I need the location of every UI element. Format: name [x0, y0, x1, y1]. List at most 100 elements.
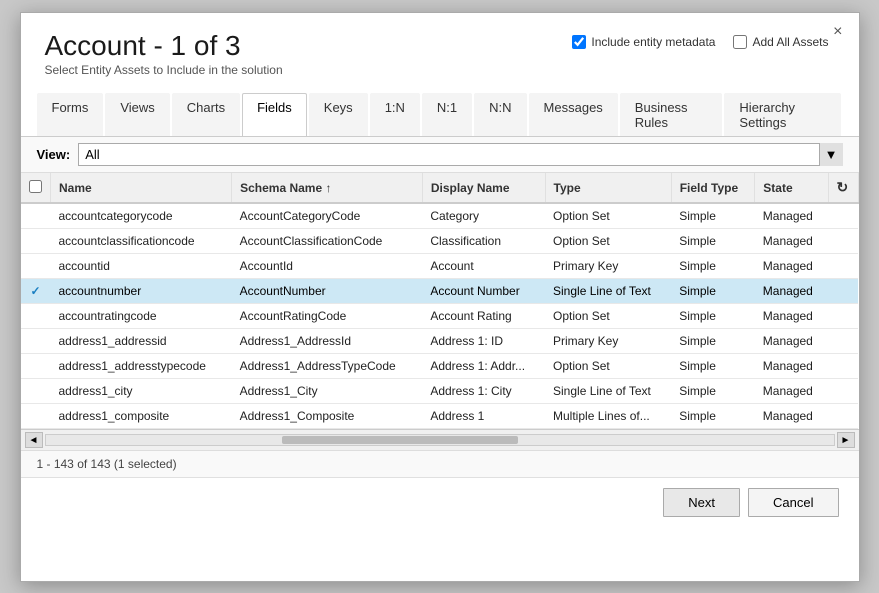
cell-field_type: Simple	[671, 229, 755, 254]
tab-messages[interactable]: Messages	[529, 93, 618, 136]
cell-schema_name: Address1_Composite	[232, 404, 423, 429]
cell-refresh	[828, 354, 858, 379]
refresh-column-header[interactable]: ↻	[828, 173, 858, 203]
cell-refresh	[828, 404, 858, 429]
cell-display_name: Category	[422, 203, 545, 229]
col-header-display_name: Display Name	[422, 173, 545, 203]
cell-refresh	[828, 203, 858, 229]
cell-schema_name: Address1_AddressTypeCode	[232, 354, 423, 379]
row-checkbox-cell[interactable]	[21, 379, 51, 404]
row-checkbox-cell[interactable]	[21, 229, 51, 254]
table-body: accountcategorycodeAccountCategoryCodeCa…	[21, 203, 859, 429]
cell-schema_name: Address1_AddressId	[232, 329, 423, 354]
cell-schema_name: AccountId	[232, 254, 423, 279]
cell-display_name: Classification	[422, 229, 545, 254]
cell-type: Option Set	[545, 229, 671, 254]
include-metadata-checkbox[interactable]	[572, 35, 586, 49]
cell-state: Managed	[755, 229, 828, 254]
tab-hierarchy-settings[interactable]: Hierarchy Settings	[724, 93, 840, 136]
tab-n-1[interactable]: N:1	[422, 93, 472, 136]
row-checkbox-cell[interactable]	[21, 354, 51, 379]
cell-type: Single Line of Text	[545, 379, 671, 404]
table-row[interactable]: address1_addresstypecodeAddress1_Address…	[21, 354, 859, 379]
select-all-checkbox[interactable]	[29, 180, 42, 193]
cell-state: Managed	[755, 254, 828, 279]
cell-display_name: Address 1: City	[422, 379, 545, 404]
tab-business-rules[interactable]: Business Rules	[620, 93, 723, 136]
row-checkbox-cell[interactable]	[21, 404, 51, 429]
cell-type: Primary Key	[545, 254, 671, 279]
next-button[interactable]: Next	[663, 488, 740, 517]
cell-field_type: Simple	[671, 254, 755, 279]
table-row[interactable]: address1_addressidAddress1_AddressIdAddr…	[21, 329, 859, 354]
scroll-right-button[interactable]: ►	[837, 432, 855, 448]
cell-name: address1_composite	[51, 404, 232, 429]
tab-n-n[interactable]: N:N	[474, 93, 526, 136]
cell-state: Managed	[755, 203, 828, 229]
include-metadata-label: Include entity metadata	[591, 35, 715, 49]
cell-field_type: Simple	[671, 404, 755, 429]
table-row[interactable]: accountclassificationcodeAccountClassifi…	[21, 229, 859, 254]
tab-fields[interactable]: Fields	[242, 93, 307, 136]
row-checkbox-cell[interactable]	[21, 329, 51, 354]
dialog-subtitle: Select Entity Assets to Include in the s…	[45, 63, 835, 77]
cell-name: address1_city	[51, 379, 232, 404]
add-all-assets-checkbox[interactable]	[733, 35, 747, 49]
cell-state: Managed	[755, 304, 828, 329]
cell-type: Option Set	[545, 203, 671, 229]
cell-state: Managed	[755, 404, 828, 429]
scroll-track[interactable]	[45, 434, 835, 446]
cancel-button[interactable]: Cancel	[748, 488, 838, 517]
table-row[interactable]: accountratingcodeAccountRatingCodeAccoun…	[21, 304, 859, 329]
cell-type: Option Set	[545, 304, 671, 329]
view-select[interactable]: AllCustomManagedUnmanaged	[78, 143, 842, 166]
cell-display_name: Address 1	[422, 404, 545, 429]
tab-1-n[interactable]: 1:N	[370, 93, 420, 136]
table-header: NameSchema Name ↑Display NameTypeField T…	[21, 173, 859, 203]
cell-schema_name: AccountClassificationCode	[232, 229, 423, 254]
table-row[interactable]: ✓accountnumberAccountNumberAccount Numbe…	[21, 279, 859, 304]
col-header-check[interactable]	[21, 173, 51, 203]
sort-arrow-icon: ↑	[326, 181, 332, 195]
table-row[interactable]: address1_cityAddress1_CityAddress 1: Cit…	[21, 379, 859, 404]
tab-charts[interactable]: Charts	[172, 93, 240, 136]
cell-name: accountclassificationcode	[51, 229, 232, 254]
tab-views[interactable]: Views	[105, 93, 169, 136]
tab-keys[interactable]: Keys	[309, 93, 368, 136]
cell-schema_name: AccountNumber	[232, 279, 423, 304]
cell-state: Managed	[755, 329, 828, 354]
row-checkbox-cell[interactable]: ✓	[21, 279, 51, 304]
cell-schema_name: AccountRatingCode	[232, 304, 423, 329]
cell-type: Multiple Lines of...	[545, 404, 671, 429]
dialog-footer: Next Cancel	[21, 477, 859, 527]
status-bar: 1 - 143 of 143 (1 selected)	[21, 450, 859, 477]
cell-refresh	[828, 329, 858, 354]
cell-state: Managed	[755, 279, 828, 304]
row-checkbox-cell[interactable]	[21, 254, 51, 279]
table-row[interactable]: accountcategorycodeAccountCategoryCodeCa…	[21, 203, 859, 229]
cell-type: Single Line of Text	[545, 279, 671, 304]
cell-refresh	[828, 229, 858, 254]
include-metadata-option: Include entity metadata	[572, 35, 715, 49]
view-label: View:	[37, 147, 71, 162]
scroll-left-button[interactable]: ◄	[25, 432, 43, 448]
refresh-icon[interactable]: ↻	[837, 179, 849, 195]
main-dialog: × Account - 1 of 3 Select Entity Assets …	[20, 12, 860, 582]
row-checkbox-cell[interactable]	[21, 203, 51, 229]
tab-forms[interactable]: Forms	[37, 93, 104, 136]
scroll-thumb[interactable]	[282, 436, 518, 444]
cell-refresh	[828, 279, 858, 304]
close-button[interactable]: ×	[827, 21, 848, 43]
cell-type: Option Set	[545, 354, 671, 379]
data-table: NameSchema Name ↑Display NameTypeField T…	[21, 173, 859, 429]
col-header-state: State	[755, 173, 828, 203]
cell-field_type: Simple	[671, 304, 755, 329]
table-row[interactable]: accountidAccountIdAccountPrimary KeySimp…	[21, 254, 859, 279]
table-row[interactable]: address1_compositeAddress1_CompositeAddr…	[21, 404, 859, 429]
row-checkbox-cell[interactable]	[21, 304, 51, 329]
cell-schema_name: Address1_City	[232, 379, 423, 404]
table-container[interactable]: NameSchema Name ↑Display NameTypeField T…	[21, 173, 859, 429]
cell-field_type: Simple	[671, 203, 755, 229]
cell-name: accountnumber	[51, 279, 232, 304]
cell-field_type: Simple	[671, 279, 755, 304]
